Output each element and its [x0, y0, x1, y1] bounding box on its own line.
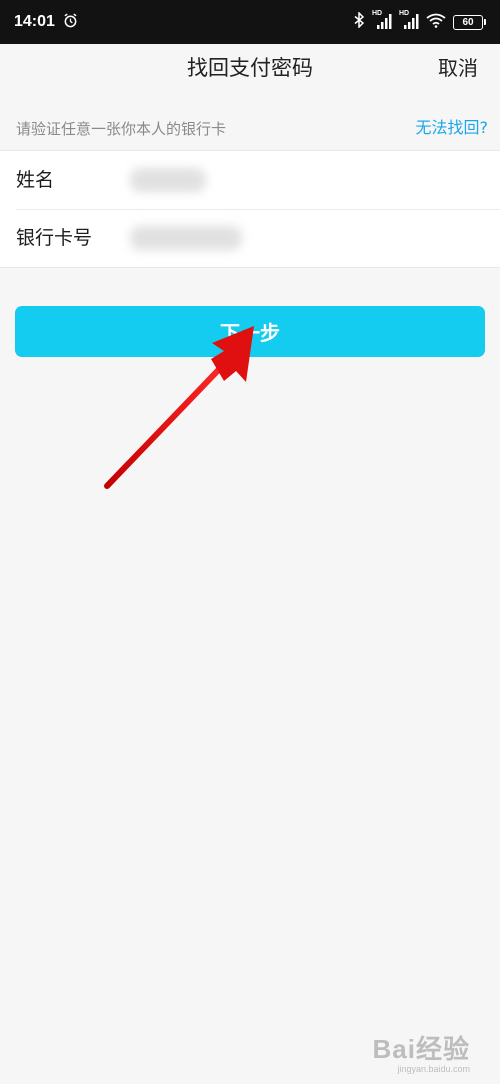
name-row[interactable]: 姓名	[0, 151, 500, 209]
wifi-icon	[426, 13, 446, 32]
card-number-label: 银行卡号	[16, 227, 93, 249]
next-step-button[interactable]: 下一步	[15, 306, 485, 357]
arrow-shaft	[104, 357, 231, 489]
cannot-recover-link[interactable]: 无法找回?	[416, 117, 489, 139]
watermark-logo: Bai经验	[372, 1034, 470, 1064]
watermark: Bai经验 jingyan.baidu.com	[373, 1029, 470, 1074]
hint-row: 请验证任意一张你本人的银行卡 无法找回?	[0, 114, 500, 144]
hint-text: 请验证任意一张你本人的银行卡	[16, 120, 227, 138]
card-number-row[interactable]: 银行卡号	[0, 209, 500, 267]
signal-icon: HD	[372, 10, 392, 30]
signal-icon-2: HD	[399, 10, 419, 30]
status-time: 14:01	[14, 13, 55, 30]
name-label: 姓名	[16, 169, 55, 191]
nav-bar: 找回支付密码 取消	[0, 44, 500, 94]
card-number-input-redacted[interactable]	[130, 226, 242, 250]
bank-card-form: 姓名 银行卡号	[0, 150, 500, 268]
battery-icon: 60	[453, 14, 486, 30]
battery-tip	[484, 19, 486, 25]
status-right: HD HD 60	[354, 10, 486, 32]
battery-level: 60	[453, 14, 483, 30]
alarm-icon	[63, 13, 78, 32]
cancel-button[interactable]: 取消	[438, 54, 478, 82]
status-left: 14:01	[14, 13, 78, 32]
status-bar: 14:01 HD HD 60	[0, 0, 500, 44]
name-value-redacted	[130, 168, 206, 192]
bluetooth-icon	[354, 11, 365, 32]
page-title: 找回支付密码	[187, 56, 313, 80]
